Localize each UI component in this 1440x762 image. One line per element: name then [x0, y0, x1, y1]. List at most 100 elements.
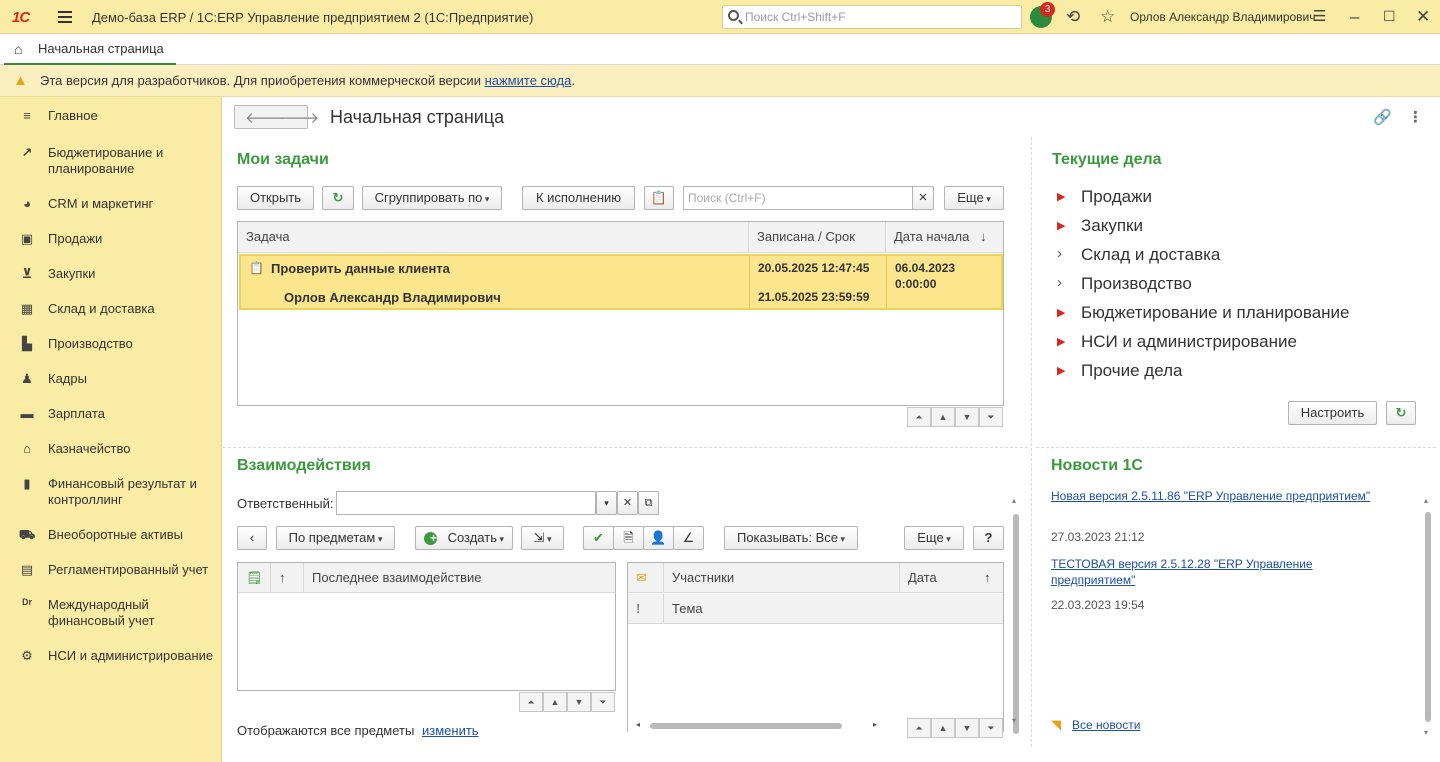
open-button[interactable]: Открыть — [237, 186, 314, 210]
show-filter-button[interactable]: Показывать: Все — [724, 526, 858, 550]
collapse-left-icon[interactable]: ‹ — [237, 526, 267, 550]
group-by-button[interactable]: Сгруппировать по — [362, 186, 502, 210]
checkmark-icon[interactable]: ✔ — [583, 526, 614, 550]
change-link[interactable]: изменить — [422, 723, 479, 738]
buy-link[interactable]: нажмите сюда — [485, 73, 572, 88]
sidebar-item-5[interactable]: ⊻ Закупки — [0, 263, 222, 297]
vscroll-down-icon[interactable]: ▾ — [1012, 716, 1016, 725]
edit-line-icon[interactable]: ∠ — [673, 526, 704, 550]
hamburger-menu-icon[interactable] — [58, 11, 72, 26]
global-search-input[interactable]: Поиск Ctrl+Shift+F — [722, 5, 1022, 29]
news-item-2[interactable]: ТЕСТОВАЯ версия 2.5.12.28 "ERP Управлени… — [1051, 556, 1371, 588]
sidebar-item-9[interactable]: ▬ Зарплата — [0, 403, 222, 437]
sidebar-item-10[interactable]: ⌂ Казначейство — [0, 438, 222, 472]
scroll-up-icon[interactable]: ▲ — [931, 407, 955, 427]
scroll-right-icon[interactable]: ▸ — [873, 720, 877, 729]
interactions-vertical-scrollbar[interactable] — [1013, 514, 1019, 734]
horizontal-scrollbar[interactable] — [650, 723, 842, 729]
close-icon[interactable]: ✕ — [1416, 8, 1430, 25]
scroll-top-icon[interactable]: ⏶ — [907, 718, 931, 738]
table-row[interactable]: 📋 Проверить данные клиента Орлов Алексан… — [239, 254, 1003, 310]
responsible-dropdown-icon[interactable]: ▾ — [596, 491, 617, 515]
col-task[interactable]: Задача — [238, 222, 749, 252]
news-item-2-link[interactable]: ТЕСТОВАЯ версия 2.5.12.28 "ERP Управлени… — [1051, 557, 1313, 587]
scroll-top-icon[interactable]: ⏶ — [519, 692, 543, 712]
scroll-down-icon[interactable]: ▼ — [955, 718, 979, 738]
home-icon: ⌂ — [14, 41, 23, 57]
scroll-down-icon[interactable]: ▼ — [955, 407, 979, 427]
current-affairs-label: Прочие дела — [1081, 361, 1183, 380]
vscroll-up-icon[interactable]: ▴ — [1012, 496, 1016, 505]
sidebar-item-12[interactable]: ⛟ Внеоборотные активы — [0, 524, 222, 558]
col-participants[interactable]: Участники — [664, 563, 900, 593]
tab-label: Начальная страница — [38, 41, 164, 56]
sidebar-item-11[interactable]: ▮ Финансовый результат и контроллинг — [0, 473, 222, 507]
minimize-icon[interactable]: – — [1350, 8, 1359, 25]
col-subject[interactable]: Тема — [664, 594, 1003, 624]
sidebar-item-15[interactable]: ⚙ НСИ и администрирование — [0, 645, 222, 679]
sidebar-item-4[interactable]: ▣ Продажи — [0, 228, 222, 262]
current-refresh-icon[interactable]: ↻ — [1386, 401, 1416, 425]
link-icon[interactable]: 🔗 — [1373, 108, 1392, 126]
to-execution-button[interactable]: К исполнению — [522, 186, 635, 210]
clipboard-check-icon[interactable]: 📋 — [644, 186, 674, 210]
col-last-interaction[interactable]: Последнее взаимодействие — [304, 563, 615, 593]
doc-clock-icon[interactable]: 🗎 — [613, 526, 644, 550]
history-icon[interactable]: ⟲ — [1066, 8, 1080, 25]
col-start-date[interactable]: Дата начала ↓ — [886, 222, 1003, 252]
forward-arrow-icon[interactable]: 🡒 — [279, 108, 319, 127]
importance-icon[interactable]: ! — [628, 594, 664, 624]
banner-suffix: . — [571, 73, 575, 88]
news-vscroll-down-icon[interactable]: ▾ — [1424, 728, 1428, 737]
sidebar-item-7[interactable]: ▙ Производство — [0, 333, 222, 367]
scroll-up-icon[interactable]: ▲ — [543, 692, 567, 712]
clear-search-icon[interactable]: ✕ — [912, 186, 934, 210]
settings-menu-icon[interactable]: ☰ — [1313, 8, 1326, 25]
import-icon[interactable]: ⇲ — [521, 526, 564, 550]
sidebar-item-14[interactable]: Dr Международный финансовый учет — [0, 594, 222, 628]
favorites-star-icon[interactable]: ☆ — [1100, 8, 1115, 25]
news-item-1[interactable]: Новая версия 2.5.11.86 "ERP Управление п… — [1051, 488, 1416, 503]
sort-asc-icon[interactable]: ↑ — [271, 563, 304, 593]
open-form-icon[interactable]: ⧉ — [638, 491, 659, 515]
sidebar-item-1[interactable]: ≡ Главное — [0, 105, 222, 139]
all-news-link[interactable]: Все новости — [1072, 718, 1140, 732]
by-subject-button[interactable]: По предметам — [276, 526, 395, 550]
doc-check-icon[interactable]: 🗒 — [238, 563, 271, 593]
tasks-more-button[interactable]: Еще — [944, 186, 1004, 210]
responsible-clear-icon[interactable]: ✕ — [617, 491, 638, 515]
scroll-up-icon[interactable]: ▲ — [931, 718, 955, 738]
refresh-icon[interactable]: ↻ — [322, 186, 354, 210]
news-vertical-scrollbar[interactable] — [1425, 512, 1431, 722]
col-date[interactable]: Дата ↑ — [900, 563, 1003, 593]
scroll-down-icon[interactable]: ▼ — [567, 692, 591, 712]
sidebar-item-2[interactable]: ↗ Бюджетирование и планирование — [0, 142, 222, 176]
news-title: Новости 1С — [1051, 457, 1143, 474]
responsible-field[interactable] — [336, 491, 596, 515]
sidebar-item-6[interactable]: ▦ Склад и доставка — [0, 298, 222, 332]
scroll-bottom-icon[interactable]: ⏷ — [979, 407, 1003, 427]
sidebar-item-8[interactable]: ♟ Кадры — [0, 368, 222, 402]
tasks-search-input[interactable]: Поиск (Ctrl+F) — [683, 186, 913, 210]
scroll-top-icon[interactable]: ⏶ — [907, 407, 931, 427]
news-vscroll-up-icon[interactable]: ▴ — [1424, 496, 1428, 505]
scroll-left-icon[interactable]: ◂ — [636, 720, 640, 729]
news-item-1-link[interactable]: Новая версия 2.5.11.86 "ERP Управление п… — [1051, 489, 1370, 503]
sidebar-item-3[interactable]: ◕ CRM и маркетинг — [0, 193, 222, 227]
tab-home-page[interactable]: ⌂ Начальная страница — [4, 34, 176, 65]
interactions-more-button[interactable]: Еще — [904, 526, 964, 550]
help-button[interactable]: ? — [973, 526, 1004, 550]
sidebar-item-13[interactable]: ▤ Регламентированный учет — [0, 559, 222, 593]
more-vertical-icon[interactable]: ⋮ — [1408, 108, 1423, 126]
scroll-bottom-icon[interactable]: ⏷ — [591, 692, 615, 712]
setup-button[interactable]: Настроить — [1288, 401, 1377, 425]
current-user[interactable]: Орлов Александр Владимирович — [1130, 10, 1316, 24]
create-button[interactable]: + Создать — [415, 526, 513, 550]
envelope-icon[interactable]: ✉ — [628, 563, 664, 593]
col-recorded[interactable]: Записана / Срок — [749, 222, 886, 252]
col-start-date-label: Дата начала — [894, 229, 970, 244]
maximize-icon[interactable]: ☐ — [1383, 8, 1396, 25]
notifications-bell-icon[interactable]: 3 — [1030, 2, 1055, 28]
person-icon[interactable]: 👤 — [643, 526, 674, 550]
scroll-bottom-icon[interactable]: ⏷ — [979, 718, 1003, 738]
